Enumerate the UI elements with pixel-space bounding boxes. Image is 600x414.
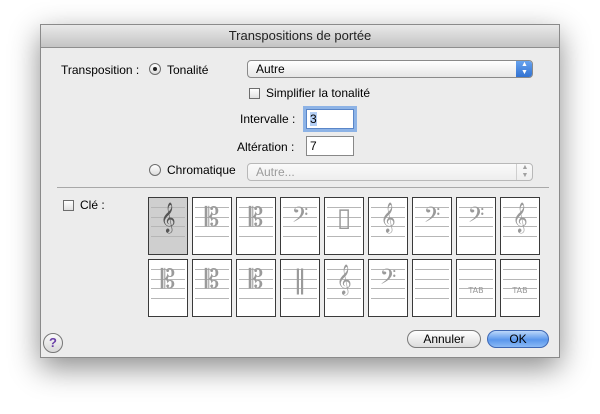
clef-cell[interactable]: 𝄞 [368, 197, 408, 255]
treble-clef-icon: 𝄞 [160, 203, 176, 233]
alteration-field[interactable]: 7 [306, 136, 354, 156]
clef-cell[interactable]: 𝄡 [236, 197, 276, 255]
staff-lines [415, 269, 449, 299]
percussion-clef-icon: ▯ [336, 203, 352, 233]
clef-cell[interactable]: TAB [456, 259, 496, 317]
simplify-key-checkbox[interactable] [249, 88, 260, 99]
clef-cell[interactable]: 𝄢 [368, 259, 408, 317]
tonalite-popup[interactable]: Autre ▲ ▼ [247, 60, 533, 78]
tonalite-label[interactable]: Tonalité [167, 63, 208, 77]
baritone-c-clef-icon: 𝄡 [248, 265, 264, 295]
clef-cell[interactable]: 𝄞 [324, 259, 364, 317]
alto-clef-icon: 𝄡 [204, 203, 220, 233]
tab-clef-icon: TAB [468, 286, 484, 295]
tab-small-clef-icon: TAB [512, 286, 528, 295]
clef-cell[interactable]: 𝄢 [456, 197, 496, 255]
ok-button[interactable]: OK [487, 330, 549, 348]
question-mark-icon[interactable]: ? [43, 333, 63, 353]
cle-checkbox[interactable] [63, 200, 74, 211]
intervalle-field[interactable]: 3 [306, 109, 354, 129]
bass-clef-icon: 𝄢 [291, 203, 309, 233]
tonalite-popup-value: Autre [256, 62, 285, 76]
clef-cell[interactable]: 𝄡 [192, 259, 232, 317]
cle-label[interactable]: Clé : [80, 198, 105, 212]
window-title: Transpositions de portée [41, 25, 559, 48]
alteration-value: 7 [310, 139, 317, 153]
soprano-clef-icon: 𝄡 [160, 265, 176, 295]
simplify-key-label[interactable]: Simplifier la tonalité [266, 86, 370, 100]
chromatique-radio[interactable] [149, 164, 161, 176]
dialog-window: Transpositions de portée Transposition :… [40, 24, 560, 358]
transposition-label: Transposition : [61, 63, 140, 77]
intervalle-label: Intervalle : [240, 112, 296, 126]
baritone-clef-icon: 𝄡 [204, 265, 220, 295]
clef-cell[interactable]: 𝄡 [192, 197, 232, 255]
treble-clef-icon: 𝄞 [512, 203, 528, 233]
chromatique-label[interactable]: Chromatique [167, 163, 236, 177]
section-divider [57, 187, 549, 188]
clef-cell[interactable]: ‖ [280, 259, 320, 317]
bass-clef-icon: 𝄢 [467, 203, 485, 233]
intervalle-value: 3 [310, 112, 317, 126]
chromatique-popup[interactable]: Autre... ▲ ▼ [247, 163, 533, 181]
clef-cell[interactable]: 𝄞 [148, 197, 188, 255]
up-down-arrows-icon: ▲ ▼ [516, 61, 532, 77]
percussion-clef-icon: ‖ [293, 265, 307, 295]
clef-cell[interactable]: ▯ [324, 197, 364, 255]
clef-cell[interactable]: 𝄡 [148, 259, 188, 317]
tenor-clef-icon: 𝄡 [248, 203, 264, 233]
clef-cell[interactable]: 𝄢 [412, 197, 452, 255]
cancel-button[interactable]: Annuler [407, 330, 481, 348]
chromatique-popup-value: Autre... [256, 165, 295, 179]
bass-8vb-clef-icon: 𝄢 [423, 203, 441, 233]
clef-cell[interactable]: 𝄢 [280, 197, 320, 255]
treble-8va-clef-icon: 𝄞 [336, 265, 352, 295]
clef-cell[interactable]: TAB [500, 259, 540, 317]
bass-8va-clef-icon: 𝄢 [379, 265, 397, 295]
tonalite-radio[interactable] [149, 63, 161, 75]
clef-cell[interactable]: 𝄞 [500, 197, 540, 255]
alteration-label: Altération : [237, 140, 295, 154]
clef-cell[interactable]: 𝄡 [236, 259, 276, 317]
clef-cell[interactable] [412, 259, 452, 317]
treble-8vb-clef-icon: 𝄞 [380, 203, 396, 233]
up-down-arrows-icon: ▲ ▼ [516, 164, 532, 180]
